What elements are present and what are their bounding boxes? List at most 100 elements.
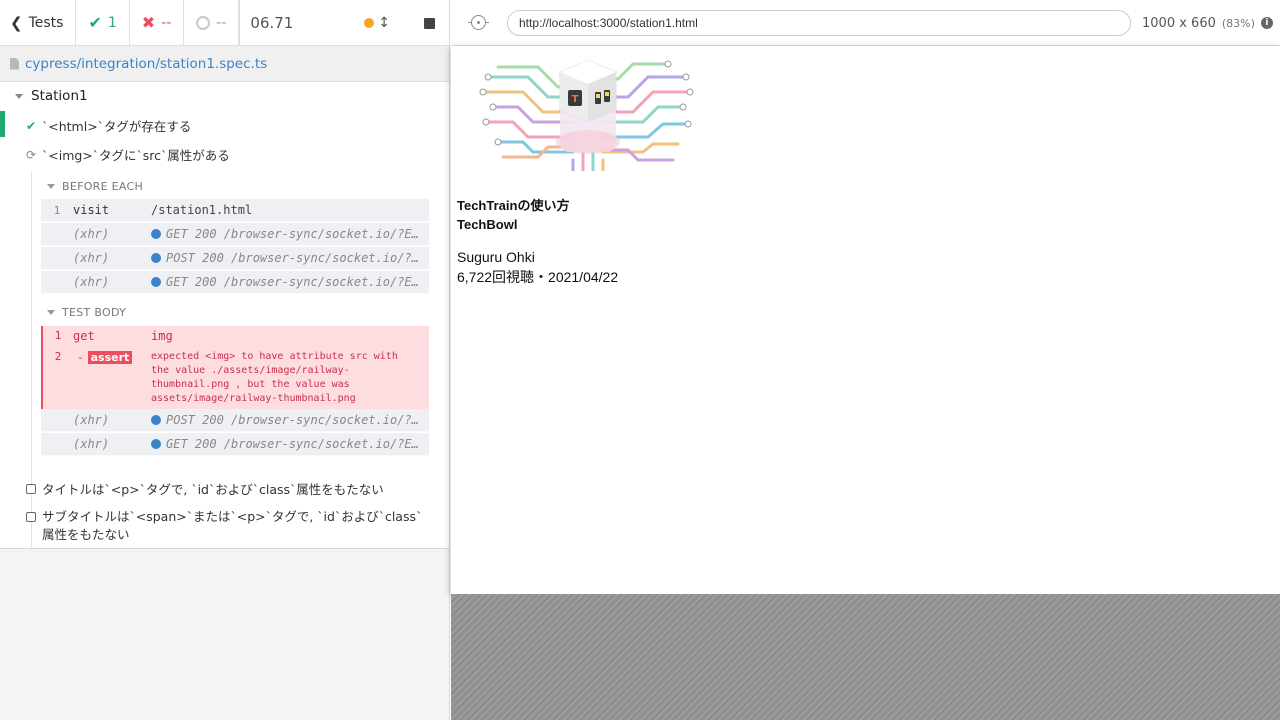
command-xhr[interactable]: 0 (xhr) POST 200 /browser-sync/socket.io… [41, 409, 429, 432]
command-message: GET 200 /browser-sync/socket.io/?EIO=3&t… [151, 227, 429, 241]
video-title-block: TechTrainの使い方 TechBowl [457, 196, 569, 234]
passed-count-value: 1 [107, 14, 117, 31]
assert-error-message: expected <img> to have attribute src wit… [151, 350, 423, 406]
xhr-message: POST 200 /browser-sync/socket.io/?EIO=3&… [166, 251, 429, 265]
command-number: 0 [41, 438, 73, 451]
suite-title-label: Station1 [31, 88, 88, 104]
test-html-tag[interactable]: ✔ `<html>`タグが存在する [24, 116, 444, 135]
command-number: 0 [41, 252, 73, 265]
caret-down-icon [47, 184, 55, 189]
test-body-hook-label[interactable]: TEST BODY [47, 306, 126, 319]
command-name: - assert [73, 350, 151, 406]
xhr-status-dot-icon [151, 229, 161, 239]
file-icon [10, 57, 19, 70]
refresh-icon: ⟳ [25, 147, 37, 162]
command-name: (xhr) [73, 275, 110, 289]
command-number: 2 [54, 350, 62, 363]
xhr-message: GET 200 /browser-sync/socket.io/?EIO=3&t… [166, 227, 429, 241]
svg-text:T: T [572, 94, 579, 105]
application-under-test-frame: T TechTrainの使い方 TechBowl Suguru Ohki 6,7… [451, 46, 1280, 594]
assert-line: the value ./assets/image/railway- [151, 365, 350, 376]
test-title: タイトルは`<p>`タグで, `id`および`class`属性をもたない [42, 482, 384, 497]
spec-file-link[interactable]: cypress/integration/station1.spec.ts [25, 56, 267, 72]
preview-background-hatched [451, 594, 1280, 720]
viewport-info[interactable]: 1000 x 660 (83%) i [1142, 0, 1273, 46]
pending-count-value: -- [216, 14, 227, 31]
url-field[interactable]: http://localhost:3000/station1.html [507, 10, 1131, 36]
command-message: img [151, 329, 173, 343]
command-message: GET 200 /browser-sync/socket.io/?EIO=3&t… [151, 437, 429, 451]
pending-checkbox-icon [26, 483, 36, 494]
check-icon: ✔ [88, 13, 102, 32]
test-title: `<html>`タグが存在する [42, 119, 192, 134]
pending-count: -- [184, 0, 240, 46]
preview-header: http://localhost:3000/station1.html 1000… [451, 0, 1280, 46]
auto-scroll-toggle-icon[interactable]: ↕ [378, 15, 390, 31]
chevron-left-icon: ❮ [10, 13, 23, 32]
command-number: 1 [54, 329, 62, 342]
command-xhr[interactable]: 0 (xhr) POST 200 /browser-sync/socket.io… [41, 247, 429, 270]
xhr-status-dot-icon [151, 415, 161, 425]
assert-badge: assert [87, 351, 133, 364]
test-reporter-panel: ❮ Tests ✔ 1 ✖ -- -- 06.71 ↕ cypress/inte… [0, 0, 450, 720]
running-indicator-icon [364, 18, 375, 28]
xhr-message: GET 200 /browser-sync/socket.io/?EIO=3&t… [166, 275, 429, 289]
app-preview-panel: http://localhost:3000/station1.html 1000… [451, 0, 1280, 720]
video-thumbnail-image: T [478, 52, 696, 171]
xhr-status-dot-icon [151, 253, 161, 263]
runnables-list: Station1 ✔ `<html>`タグが存在する ⟳ `<img>`タグに`… [0, 82, 449, 549]
assert-line: thumbnail.png , but the value was [151, 379, 350, 390]
test-title: `<img>`タグに`src`属性がある [42, 148, 230, 163]
command-message: GET 200 /browser-sync/socket.io/?EIO=3&t… [151, 275, 429, 289]
command-visit[interactable]: 1 visit /station1.html [41, 199, 429, 222]
stop-button[interactable] [424, 17, 435, 29]
tests-label: Tests [28, 14, 64, 31]
command-number: 0 [41, 414, 73, 427]
info-icon[interactable]: i [1260, 17, 1273, 29]
command-name: (xhr) [73, 227, 110, 241]
passed-count: ✔ 1 [76, 0, 130, 46]
failed-command-block[interactable]: 1 get img 2 - assert expected <img> to ha… [41, 326, 429, 409]
command-number: 0 [41, 276, 73, 289]
reporter-header: ❮ Tests ✔ 1 ✖ -- -- 06.71 ↕ [0, 0, 449, 46]
tests-back-button[interactable]: ❮ Tests [0, 0, 77, 46]
assert-line: assets/image/railway-thumbnail.png [151, 393, 356, 404]
reporter-controls: ↕ [364, 0, 435, 46]
url-text: http://localhost:3000/station1.html [519, 16, 698, 30]
command-message: POST 200 /browser-sync/socket.io/?EIO=3&… [151, 413, 429, 427]
command-name: (xhr) [73, 251, 110, 265]
command-xhr[interactable]: 0 (xhr) GET 200 /browser-sync/socket.io/… [41, 271, 429, 294]
command-assert[interactable]: 2 - assert expected <img> to have attribu… [43, 350, 423, 406]
passed-indicator-bar [0, 111, 5, 137]
x-icon: ✖ [141, 13, 156, 32]
command-xhr[interactable]: 0 (xhr) GET 200 /browser-sync/socket.io/… [41, 223, 429, 246]
command-name: visit [73, 203, 110, 217]
video-view-meta: 6,722回視聴・2021/04/22 [457, 269, 619, 285]
command-get[interactable]: 1 get img [43, 329, 173, 343]
spec-file-bar: cypress/integration/station1.spec.ts [0, 46, 449, 82]
video-author: Suguru Ohki [457, 249, 535, 265]
video-title: TechTrainの使い方 [457, 198, 570, 213]
test-title-line: サブタイトルは`<span>`または`<p>`タグで, `id`および`clas… [42, 509, 423, 524]
viewport-scale: (83%) [1221, 16, 1255, 30]
test-subtitle-span-tag[interactable]: サブタイトルは`<span>`または`<p>`タグで, `id`および`clas… [26, 508, 446, 544]
viewport-size: 1000 x 660 [1142, 15, 1216, 31]
failed-count-value: -- [161, 14, 172, 31]
xhr-message: POST 200 /browser-sync/socket.io/?EIO=3&… [166, 413, 429, 427]
selector-playground-icon[interactable] [468, 15, 489, 30]
command-message: POST 200 /browser-sync/socket.io/?EIO=3&… [151, 251, 429, 265]
video-meta-block: Suguru Ohki 6,722回視聴・2021/04/22 [457, 247, 618, 287]
command-name: get [73, 329, 95, 343]
test-title-p-tag[interactable]: タイトルは`<p>`タグで, `id`および`class`属性をもたない [26, 479, 446, 498]
command-number: 1 [53, 203, 61, 217]
test-title-line: 属性をもたない [42, 527, 130, 542]
before-each-hook-label[interactable]: BEFORE EACH [47, 180, 143, 193]
test-img-src[interactable]: ⟳ `<img>`タグに`src`属性がある [24, 145, 444, 164]
before-each-text: BEFORE EACH [62, 180, 144, 193]
pending-ring-icon [196, 15, 211, 30]
check-icon: ✔ [25, 118, 37, 133]
command-message: /station1.html [151, 203, 253, 217]
command-name: (xhr) [73, 437, 110, 451]
command-xhr[interactable]: 0 (xhr) GET 200 /browser-sync/socket.io/… [41, 433, 429, 456]
suite-title[interactable]: Station1 [15, 88, 88, 104]
